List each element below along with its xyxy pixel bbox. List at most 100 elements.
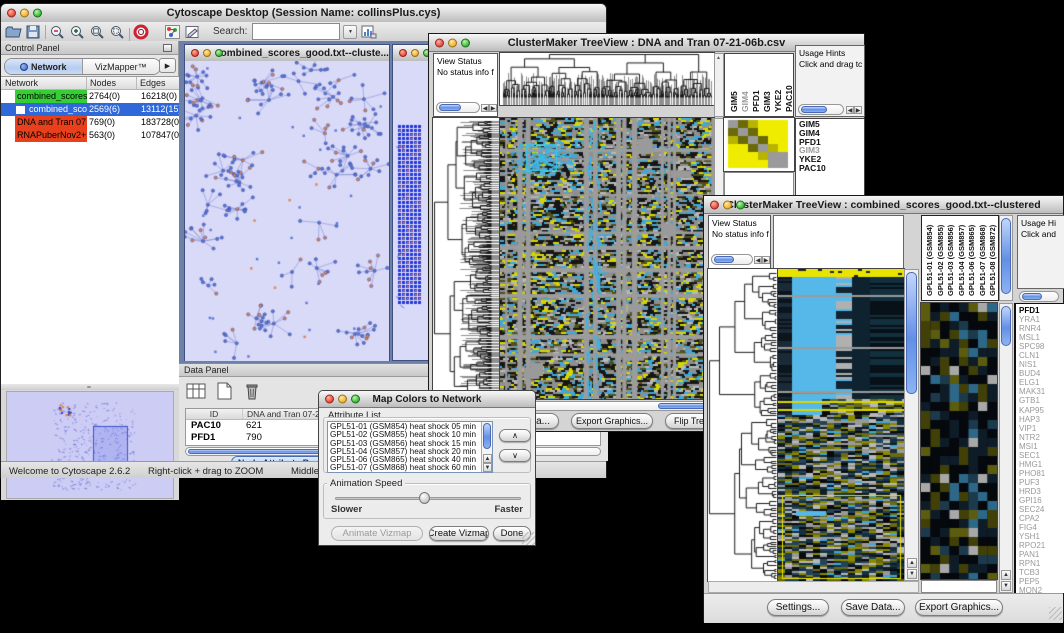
tv1-usage-scroll-right[interactable]: ▶: [854, 106, 862, 114]
tv2-gene-vscroll[interactable]: ▲ ▼: [999, 303, 1013, 593]
dialog-resize-grip[interactable]: [522, 532, 535, 545]
tv2-heatmap[interactable]: [778, 269, 904, 581]
gene-label[interactable]: KAP95: [1016, 406, 1064, 415]
gene-label[interactable]: NTR2: [1016, 433, 1064, 442]
control-panel-tab[interactable]: VizMapper™: [83, 59, 161, 74]
tv1-col-scroll-strip[interactable]: ▲: [714, 53, 724, 117]
tv1-column-label[interactable]: GIM5: [727, 54, 738, 112]
network-canvas[interactable]: [185, 61, 389, 361]
tv2-main-vscroll[interactable]: ▲ ▼: [904, 269, 919, 581]
tv1-row-dendrogram[interactable]: [433, 118, 499, 399]
zoom-button[interactable]: [351, 395, 360, 404]
col-header-nodes[interactable]: Nodes: [87, 77, 137, 89]
tv1-column-label[interactable]: PAC10: [782, 54, 793, 112]
tv2-settings-button[interactable]: Settings...: [767, 599, 829, 616]
gene-label[interactable]: RNR4: [1016, 324, 1064, 333]
gene-label[interactable]: CPA2: [1016, 514, 1064, 523]
close-button[interactable]: [325, 395, 334, 404]
gene-label[interactable]: GTB1: [1016, 396, 1064, 405]
tab-overflow-button[interactable]: ▶: [159, 58, 176, 73]
treeview2-titlebar[interactable]: ClusterMaker TreeView : combined_scores_…: [704, 196, 1063, 214]
tv2-column-label[interactable]: GPL51-01 (GSM854): [923, 216, 934, 296]
gene-label[interactable]: HMG1: [1016, 460, 1064, 469]
tv2-collabel-vscroll[interactable]: [999, 215, 1013, 301]
tv2-column-label[interactable]: GPL51-07 (GSM868): [976, 216, 987, 296]
tv2-usage-hscroll[interactable]: [1019, 291, 1059, 302]
tv2-column-label[interactable]: GPL51-06 (GSM865): [965, 216, 976, 296]
minimize-button[interactable]: [338, 395, 347, 404]
attr-scroll-down[interactable]: ▼: [483, 463, 492, 472]
network-list-row[interactable]: RNAPuberNov2+ 563(0) 107847(0): [1, 129, 179, 142]
tv2-status-hscroll-thumb[interactable]: [714, 256, 734, 263]
minimize-button[interactable]: [411, 49, 419, 57]
gene-label[interactable]: MAK31: [1016, 387, 1064, 396]
tv2-column-label[interactable]: GPL51-04 (GSM857): [955, 216, 966, 296]
tv1-column-dendrogram[interactable]: [500, 53, 714, 105]
animation-speed-slider-thumb[interactable]: [419, 492, 430, 504]
new-attribute-icon[interactable]: [213, 381, 235, 401]
gene-label[interactable]: VIP1: [1016, 424, 1064, 433]
tv1-usage-hscroll[interactable]: [798, 104, 844, 115]
delete-attribute-trash-icon[interactable]: [241, 381, 263, 401]
gene-label[interactable]: YSH1: [1016, 532, 1064, 541]
gene-label[interactable]: MSI1: [1016, 442, 1064, 451]
network-view-2-titlebar[interactable]: [393, 45, 429, 62]
tv1-status-scroll-right[interactable]: ▶: [489, 104, 497, 112]
tv2-status-scroll-right[interactable]: ▶: [762, 256, 770, 264]
float-panel-icon[interactable]: [163, 44, 172, 52]
attribute-list-item[interactable]: GPL51-07 (GSM868) heat shock 60 min: [328, 464, 492, 472]
main-titlebar[interactable]: Cytoscape Desktop (Session Name: collins…: [1, 4, 606, 23]
gene-label[interactable]: SPC98: [1016, 342, 1064, 351]
attribute-list-vscroll-thumb[interactable]: [483, 423, 491, 449]
tv1-status-scroll-left[interactable]: ◀: [481, 104, 489, 112]
network-list-row[interactable]: combined_sco 2569(6) 13112(15): [1, 103, 179, 116]
minimize-button[interactable]: [203, 49, 211, 57]
attribute-table-icon[interactable]: [185, 381, 207, 401]
attribute-listbox[interactable]: GPL51-01 (GSM854) heat shock 05 minGPL51…: [327, 421, 493, 473]
move-attribute-up-button[interactable]: ∧: [499, 429, 531, 442]
tv2-row-dendrogram[interactable]: [708, 269, 778, 581]
annotation-icon[interactable]: [184, 24, 201, 40]
tv2-resize-grip[interactable]: [1049, 607, 1062, 620]
move-attribute-down-button[interactable]: ∨: [499, 449, 531, 462]
attribute-list-vscroll[interactable]: ▲ ▼: [481, 422, 492, 472]
tv2-gene-vscroll-thumb[interactable]: [1001, 306, 1011, 346]
tv2-main-vscroll-thumb[interactable]: [906, 272, 917, 394]
tv2-status-scroll-left[interactable]: ◀: [754, 256, 762, 264]
tv2-save-data-button[interactable]: Save Data...: [841, 599, 905, 616]
gene-label[interactable]: SEC24: [1016, 505, 1064, 514]
tv2-main-scroll-up[interactable]: ▲: [907, 558, 917, 568]
tv1-heatmap[interactable]: [500, 118, 714, 399]
gene-label[interactable]: FIG4: [1016, 523, 1064, 532]
zoom-button[interactable]: [461, 38, 470, 47]
network-overview-thumbnail[interactable]: [7, 392, 173, 498]
tv1-column-label[interactable]: PFD1: [749, 54, 760, 112]
network-view-titlebar[interactable]: combined_scores_good.txt--cluste...: [185, 45, 389, 62]
close-button[interactable]: [435, 38, 444, 47]
minimize-button[interactable]: [723, 200, 732, 209]
tv1-column-label[interactable]: GIM4: [738, 54, 749, 112]
gene-label[interactable]: HAP3: [1016, 415, 1064, 424]
gene-label[interactable]: GPI16: [1016, 496, 1064, 505]
tv1-status-hscroll[interactable]: [436, 102, 480, 113]
control-panel-tab[interactable]: Network: [5, 59, 83, 74]
gene-label[interactable]: PUF3: [1016, 478, 1064, 487]
tv1-export-graphics-button[interactable]: Export Graphics...: [571, 413, 653, 429]
tv1-usage-scroll-left[interactable]: ◀: [846, 106, 854, 114]
save-icon[interactable]: [25, 24, 42, 40]
gene-label[interactable]: PHO81: [1016, 469, 1064, 478]
tv2-export-graphics-button[interactable]: Export Graphics...: [915, 599, 1003, 616]
tv1-column-label[interactable]: GIM3: [760, 54, 771, 112]
gene-label[interactable]: CLN1: [1016, 351, 1064, 360]
gene-label[interactable]: TCB3: [1016, 568, 1064, 577]
gene-label[interactable]: PFD1: [1016, 306, 1064, 315]
tv2-gene-scroll-up[interactable]: ▲: [1001, 570, 1011, 580]
tv2-usage-hscroll-thumb[interactable]: [1022, 293, 1042, 300]
tv1-row-label[interactable]: PAC10: [796, 164, 864, 173]
tv2-main-scroll-down[interactable]: ▼: [907, 569, 917, 579]
network-list-row[interactable]: combined_scores 2764(0) 16218(0): [1, 90, 179, 103]
gene-label[interactable]: HRD3: [1016, 487, 1064, 496]
search-input[interactable]: [252, 23, 340, 40]
gene-label[interactable]: PAN1: [1016, 550, 1064, 559]
search-dropdown-button[interactable]: ▼: [343, 25, 357, 39]
